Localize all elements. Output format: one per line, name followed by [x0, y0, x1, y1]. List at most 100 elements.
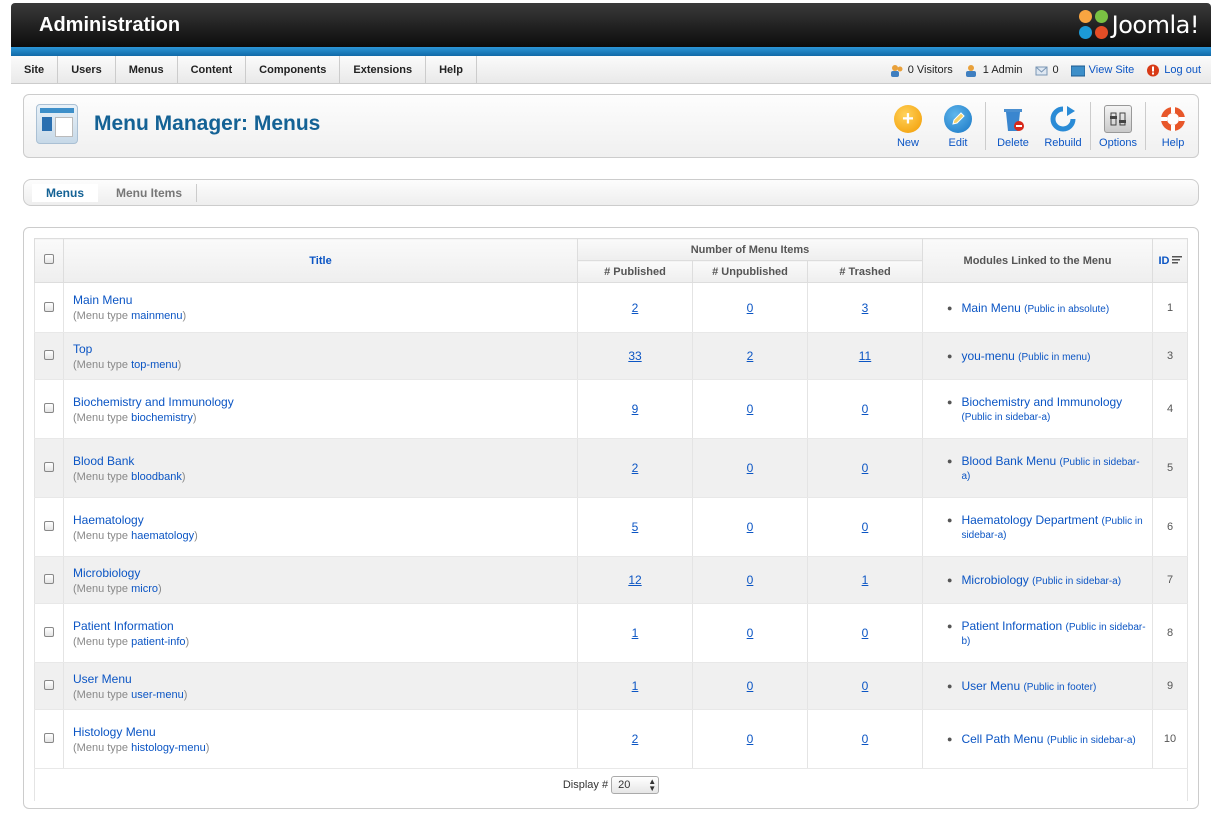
- trashed-count-link[interactable]: 0: [862, 679, 869, 693]
- unpublished-count-link[interactable]: 2: [747, 349, 754, 363]
- module-link[interactable]: User Menu: [961, 679, 1020, 693]
- unpublished-count-link[interactable]: 0: [747, 573, 754, 587]
- menu-title-link[interactable]: User Menu: [73, 672, 577, 686]
- unpublished-count-link[interactable]: 0: [747, 626, 754, 640]
- trashed-count-link[interactable]: 0: [862, 461, 869, 475]
- published-count-link[interactable]: 33: [628, 349, 641, 363]
- menu-type-link[interactable]: micro: [131, 583, 158, 595]
- id-column-header[interactable]: ID: [1152, 238, 1188, 283]
- menu-type-link[interactable]: mainmenu: [131, 310, 182, 322]
- unpublished-count-link[interactable]: 0: [747, 461, 754, 475]
- title-column-header[interactable]: Title: [63, 238, 578, 283]
- admin-header: Administration Joomla!: [11, 3, 1211, 47]
- row-checkbox[interactable]: [44, 680, 54, 690]
- new-icon: +: [894, 105, 922, 133]
- module-link[interactable]: Blood Bank Menu: [961, 454, 1056, 468]
- menu-type-link[interactable]: top-menu: [131, 359, 177, 371]
- table-row: Blood Bank (Menu type bloodbank) 2 0 0 ● Blood…: [34, 438, 1188, 498]
- module-link[interactable]: Microbiology: [961, 573, 1028, 587]
- new-button[interactable]: + New: [883, 95, 933, 157]
- row-checkbox[interactable]: [44, 733, 54, 743]
- menu-title-link[interactable]: Main Menu: [73, 293, 577, 307]
- menu-components[interactable]: Components: [246, 56, 341, 84]
- trashed-column-header: # Trashed: [807, 260, 923, 283]
- linked-module: ● Blood Bank Menu (Public in sidebar-a): [947, 454, 1146, 482]
- id-cell: 7: [1152, 556, 1188, 604]
- delete-button[interactable]: Delete: [988, 95, 1038, 157]
- modules-column-header: Modules Linked to the Menu: [922, 238, 1153, 283]
- id-cell: 9: [1152, 662, 1188, 710]
- row-checkbox[interactable]: [44, 462, 54, 472]
- row-checkbox[interactable]: [44, 301, 54, 312]
- menu-users[interactable]: Users: [58, 56, 116, 84]
- messages-status[interactable]: 0: [1035, 64, 1059, 77]
- row-checkbox[interactable]: [44, 521, 54, 531]
- unpublished-count-link[interactable]: 0: [747, 732, 754, 746]
- published-count-link[interactable]: 2: [632, 732, 639, 746]
- unpublished-count-link[interactable]: 0: [747, 679, 754, 693]
- trashed-count-link[interactable]: 3: [862, 301, 869, 315]
- module-link[interactable]: Main Menu: [961, 301, 1020, 315]
- unpublished-cell: 0: [692, 709, 808, 769]
- menu-site[interactable]: Site: [11, 56, 59, 84]
- row-checkbox[interactable]: [44, 350, 54, 360]
- menu-extensions[interactable]: Extensions: [340, 56, 427, 84]
- unpublished-count-link[interactable]: 0: [747, 520, 754, 534]
- options-button[interactable]: Options: [1093, 95, 1143, 157]
- module-link[interactable]: Cell Path Menu: [961, 732, 1043, 746]
- joomla-logo[interactable]: Joomla!: [1078, 9, 1200, 41]
- table-row: Main Menu (Menu type mainmenu) 2 0 3 ● Main Me…: [34, 282, 1188, 333]
- menu-title-link[interactable]: Haematology: [73, 513, 577, 527]
- logout-link[interactable]: Log out: [1146, 64, 1201, 77]
- module-link[interactable]: Haematology Department: [961, 513, 1098, 527]
- trashed-count-link[interactable]: 0: [862, 402, 869, 416]
- menu-type-link[interactable]: histology-menu: [131, 742, 206, 754]
- row-select-cell: [34, 662, 64, 710]
- module-link[interactable]: Patient Information: [961, 619, 1062, 633]
- unpublished-count-link[interactable]: 0: [747, 301, 754, 315]
- unpublished-count-link[interactable]: 0: [747, 402, 754, 416]
- row-checkbox[interactable]: [44, 574, 54, 584]
- menu-help[interactable]: Help: [426, 56, 477, 84]
- published-count-link[interactable]: 1: [632, 626, 639, 640]
- trashed-count-link[interactable]: 1: [862, 573, 869, 587]
- edit-button[interactable]: Edit: [933, 95, 983, 157]
- menu-type-link[interactable]: biochemistry: [131, 412, 193, 424]
- menu-title-link[interactable]: Biochemistry and Immunology: [73, 395, 577, 409]
- view-site-icon: [1070, 64, 1086, 77]
- published-count-link[interactable]: 1: [632, 679, 639, 693]
- tab-menus[interactable]: Menus: [32, 184, 99, 202]
- trashed-count-link[interactable]: 11: [859, 349, 871, 363]
- menus-table: Title Number of Menu Items Modules Linke…: [34, 238, 1188, 801]
- published-count-link[interactable]: 2: [632, 301, 639, 315]
- rebuild-button[interactable]: Rebuild: [1038, 95, 1088, 157]
- menu-content[interactable]: Content: [178, 56, 247, 84]
- published-count-link[interactable]: 12: [628, 573, 641, 587]
- menu-type-link[interactable]: haematology: [131, 530, 194, 542]
- module-link[interactable]: you-menu: [961, 349, 1014, 363]
- trashed-count-link[interactable]: 0: [862, 520, 869, 534]
- help-button[interactable]: Help: [1148, 95, 1198, 157]
- select-all-checkbox[interactable]: [44, 254, 54, 264]
- trashed-count-link[interactable]: 0: [862, 732, 869, 746]
- published-count-link[interactable]: 2: [632, 461, 639, 475]
- menu-title-link[interactable]: Patient Information: [73, 619, 577, 633]
- published-count-link[interactable]: 5: [632, 520, 639, 534]
- menu-title-link[interactable]: Blood Bank: [73, 454, 577, 468]
- menu-type-link[interactable]: user-menu: [131, 689, 184, 701]
- view-site-link[interactable]: View Site: [1070, 64, 1134, 77]
- menu-type-link[interactable]: patient-info: [131, 636, 185, 648]
- row-checkbox[interactable]: [44, 627, 54, 637]
- menu-menus[interactable]: Menus: [116, 56, 178, 84]
- menu-title-link[interactable]: Histology Menu: [73, 725, 577, 739]
- menu-type-link[interactable]: bloodbank: [131, 471, 182, 483]
- published-count-link[interactable]: 9: [632, 402, 639, 416]
- display-count-select[interactable]: 20 ▲ ▼: [611, 775, 660, 794]
- row-checkbox[interactable]: [44, 403, 54, 413]
- menu-title-link[interactable]: Microbiology: [73, 566, 577, 580]
- sort-icon: [1171, 256, 1182, 265]
- tab-menu-items[interactable]: Menu Items: [102, 184, 198, 202]
- menu-title-link[interactable]: Top: [73, 342, 577, 356]
- module-link[interactable]: Biochemistry and Immunology: [961, 395, 1122, 409]
- trashed-count-link[interactable]: 0: [862, 626, 869, 640]
